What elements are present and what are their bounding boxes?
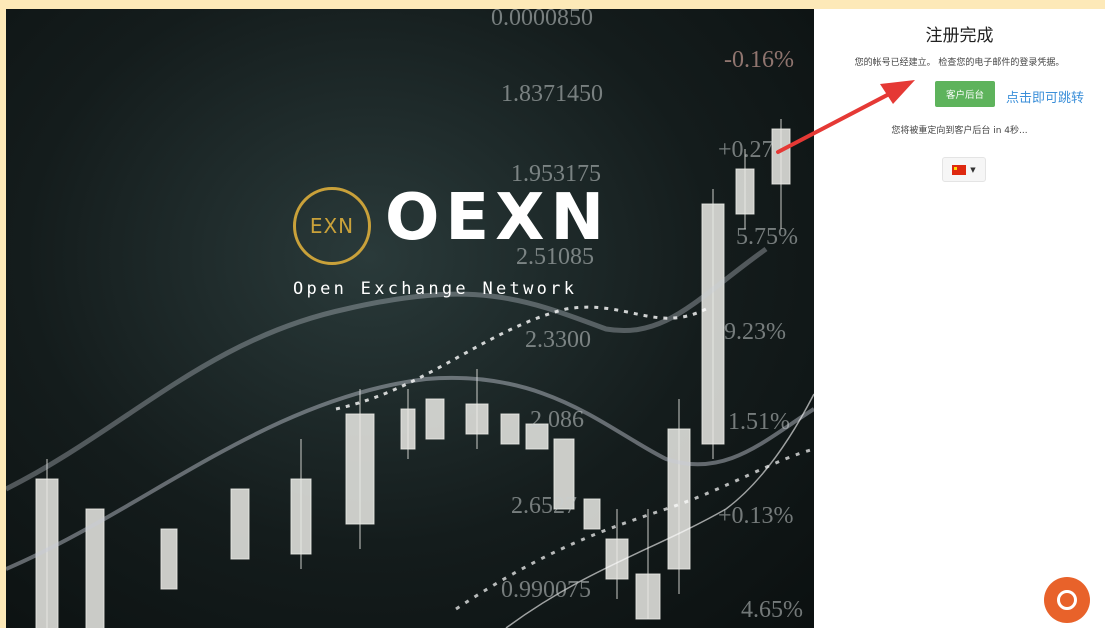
logo-mark-text: EXN [309, 214, 355, 238]
ticker-number: 2.086 [530, 407, 584, 433]
ticker-number: 2.6527 [511, 493, 577, 519]
ticker-number: 9.23% [724, 319, 786, 345]
ticker-number: 5.75% [736, 224, 798, 250]
china-flag-icon [952, 164, 967, 175]
chevron-down-icon: ▼ [970, 165, 976, 174]
registration-panel: 注册完成 您的帐号已经建立。 检查您的电子邮件的登录凭据。 客户后台 点击即可跳… [814, 9, 1105, 628]
chat-bubble-icon [1057, 590, 1077, 610]
brand-name: OEXN [385, 181, 611, 255]
ticker-number: +0.13% [718, 503, 794, 529]
ticker-number: 1.8371450 [501, 81, 603, 107]
page-title: 注册完成 [925, 26, 994, 46]
brand-tagline: Open Exchange Network [293, 279, 578, 299]
ticker-number: -0.16% [724, 47, 794, 73]
logo-mark-icon: EXN [293, 187, 371, 265]
brand-logo: EXN OEXN Open Exchange Network [293, 181, 623, 307]
chat-widget-button[interactable] [1044, 577, 1090, 623]
client-portal-button[interactable]: 客户后台 [935, 81, 995, 107]
jump-hint-annotation: 点击即可跳转 [1006, 91, 1085, 106]
language-selector[interactable]: ▼ [942, 157, 986, 182]
ticker-number: +0.27 [718, 137, 774, 163]
redirect-message: 您将被重定向到客户后台 in 4秒... [891, 126, 1028, 136]
page-frame: 0.0000850 -0.16% 1.8371450 1.953175 +0.2… [6, 9, 1105, 628]
chart-background [6, 119, 814, 628]
ticker-number: 0.990075 [501, 577, 591, 603]
hero-banner: 0.0000850 -0.16% 1.8371450 1.953175 +0.2… [6, 9, 814, 628]
ticker-number: 0.0000850 [491, 9, 593, 31]
confirmation-message: 您的帐号已经建立。 检查您的电子邮件的登录凭据。 [854, 58, 1065, 68]
ticker-number: 4.65% [741, 597, 803, 623]
ticker-number: 1.51% [728, 409, 790, 435]
ticker-number: 2.3300 [525, 327, 591, 353]
